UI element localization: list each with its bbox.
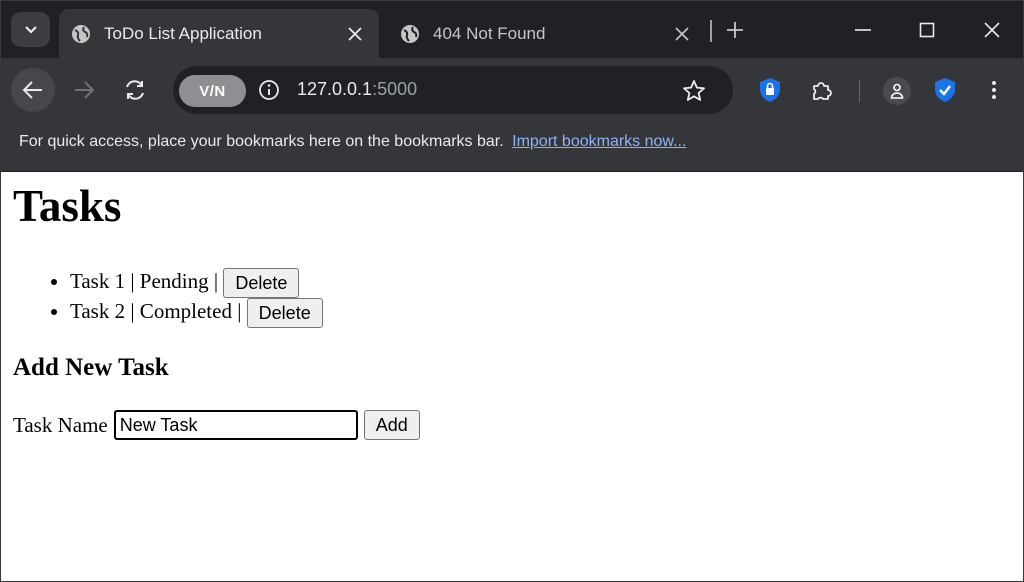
bookmarks-bar: For quick access, place your bookmarks h… bbox=[1, 123, 1023, 172]
tab-title: ToDo List Application bbox=[104, 23, 262, 43]
more-vert-icon bbox=[992, 81, 996, 99]
tab-separator bbox=[710, 20, 712, 42]
arrow-left-icon bbox=[22, 81, 42, 99]
task-name-input[interactable] bbox=[113, 410, 358, 440]
tab-title: 404 Not Found bbox=[433, 23, 546, 43]
add-task-form: Task Name Add bbox=[13, 410, 420, 440]
add-task-heading: Add New Task bbox=[13, 354, 169, 381]
vpn-badge[interactable]: V/N bbox=[179, 75, 246, 107]
close-window-button[interactable] bbox=[977, 13, 1007, 47]
forward-button[interactable] bbox=[62, 68, 106, 112]
tab-search-button[interactable] bbox=[11, 12, 50, 47]
password-manager-extension[interactable] bbox=[756, 76, 784, 104]
import-bookmarks-link[interactable]: Import bookmarks now... bbox=[512, 133, 686, 150]
address-bar[interactable]: V/N 127.0.0.1:5000 bbox=[173, 66, 733, 114]
list-item: Task 2 | Completed | Delete bbox=[70, 296, 323, 329]
minimize-icon bbox=[855, 29, 871, 31]
new-tab-button[interactable] bbox=[723, 18, 747, 42]
list-item: Task 1 | Pending | Delete bbox=[70, 266, 323, 299]
security-extension[interactable] bbox=[931, 76, 959, 104]
maximize-button[interactable] bbox=[912, 13, 942, 47]
url-text[interactable]: 127.0.0.1:5000 bbox=[297, 79, 417, 100]
tab-todo[interactable]: ToDo List Application bbox=[59, 9, 379, 58]
delete-task-button[interactable]: Delete bbox=[246, 298, 323, 329]
maximize-icon bbox=[919, 22, 935, 38]
close-icon bbox=[984, 22, 1000, 38]
puzzle-icon bbox=[813, 82, 832, 100]
shield-check-icon bbox=[935, 78, 955, 102]
lock-shield-icon bbox=[760, 78, 780, 102]
menu-button[interactable] bbox=[980, 76, 1008, 104]
url-host: 127.0.0.1 bbox=[297, 79, 373, 99]
plus-icon bbox=[727, 22, 743, 38]
arrow-right-icon bbox=[75, 81, 95, 99]
url-port: :5000 bbox=[372, 79, 418, 99]
task-name-label: Task Name bbox=[13, 412, 108, 437]
tab-strip: ToDo List Application 404 Not Found bbox=[1, 1, 1023, 58]
back-button[interactable] bbox=[11, 68, 55, 112]
task-list: Task 1 | Pending | Delete Task 2 | Compl… bbox=[13, 266, 323, 329]
browser-window: ToDo List Application 404 Not Found V/N … bbox=[0, 0, 1024, 582]
reload-icon bbox=[126, 80, 144, 100]
toolbar-divider bbox=[859, 80, 860, 102]
bookmark-star-button[interactable] bbox=[679, 76, 709, 106]
delete-task-button[interactable]: Delete bbox=[223, 268, 300, 299]
reload-button[interactable] bbox=[113, 68, 157, 112]
browser-toolbar: V/N 127.0.0.1:5000 bbox=[1, 58, 1023, 123]
task-text: Task 2 | Completed | bbox=[70, 299, 242, 323]
tab-404[interactable]: 404 Not Found bbox=[388, 9, 706, 58]
close-icon[interactable] bbox=[343, 22, 367, 46]
globe-icon bbox=[71, 24, 91, 44]
task-text: Task 1 | Pending | bbox=[70, 269, 219, 293]
globe-icon bbox=[400, 24, 420, 44]
minimize-button[interactable] bbox=[848, 13, 878, 47]
bookmarks-bar-message: For quick access, place your bookmarks h… bbox=[19, 133, 504, 150]
add-task-button[interactable]: Add bbox=[363, 410, 420, 440]
person-icon bbox=[890, 83, 904, 99]
info-icon bbox=[259, 80, 279, 100]
profile-button[interactable] bbox=[883, 77, 911, 105]
site-info-button[interactable] bbox=[251, 72, 287, 108]
page-title: Tasks bbox=[13, 181, 122, 231]
chevron-down-icon bbox=[24, 25, 37, 34]
page-content: Tasks Task 1 | Pending | Delete Task 2 |… bbox=[1, 172, 1023, 581]
extensions-button[interactable] bbox=[808, 76, 836, 104]
star-icon bbox=[683, 80, 705, 101]
close-icon[interactable] bbox=[670, 22, 694, 46]
